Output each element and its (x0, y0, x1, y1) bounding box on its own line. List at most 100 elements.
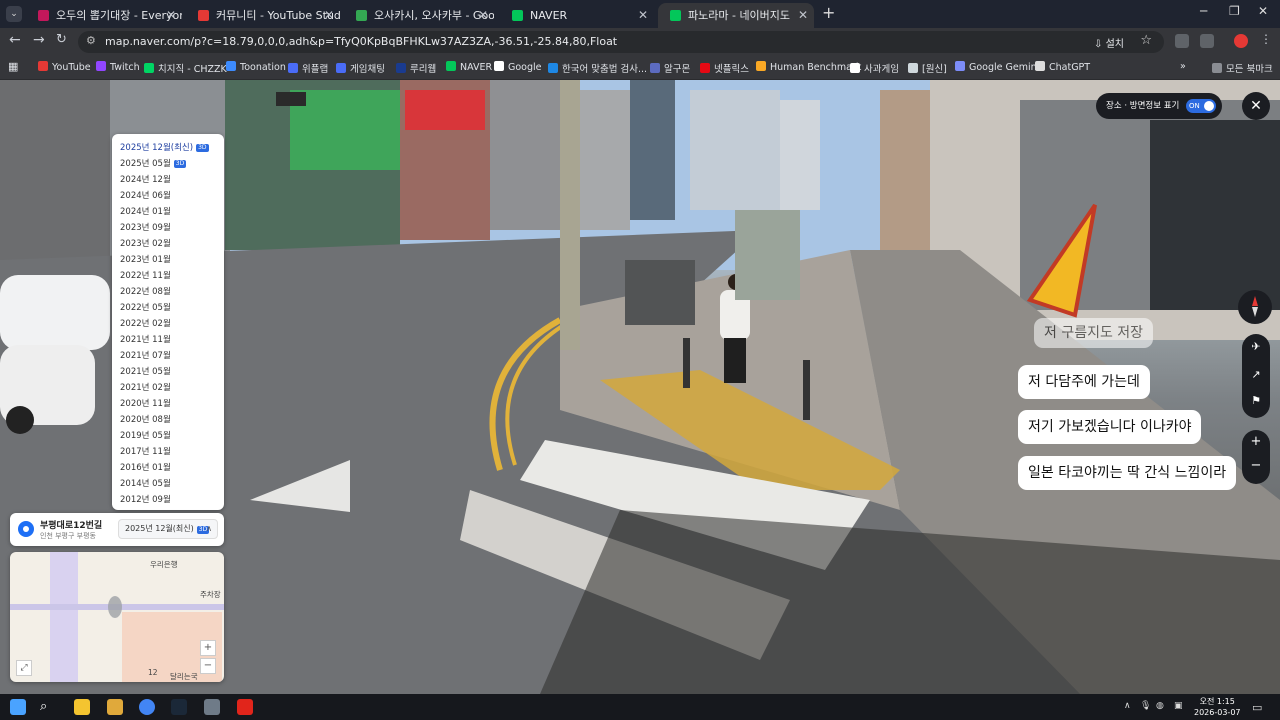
clock[interactable]: 오전 1:15 2026-03-07 (1194, 696, 1241, 718)
browser-tab[interactable]: NAVER ✕ (500, 3, 654, 28)
date-option[interactable]: 2016년 01월 (112, 460, 224, 476)
extensions-puzzle-icon[interactable] (1200, 34, 1214, 48)
date-option[interactable]: 2024년 12월 (112, 172, 224, 188)
chrome-icon[interactable] (139, 699, 155, 715)
zoom-out-icon[interactable]: − (1242, 458, 1270, 473)
search-icon[interactable]: ⌕ (40, 699, 56, 715)
bookmark-item[interactable]: YouTube (38, 61, 91, 73)
tab-search-button[interactable]: ⌄ (6, 6, 22, 22)
date-option[interactable]: 2021년 05월 (112, 364, 224, 380)
road-name: 부평대로12번길 (40, 521, 103, 531)
bookmark-item[interactable]: Human Benchmark (756, 61, 861, 73)
install-app-button[interactable]: ⇩ 설치 (1094, 35, 1124, 50)
date-option[interactable]: 2017년 11월 (112, 444, 224, 460)
toggle-switch[interactable]: ON (1186, 99, 1216, 113)
address-bar[interactable]: ⚙ map.naver.com/p?c=18.79,0,0,0,adh&p=Tf… (78, 31, 1164, 53)
browser-tab[interactable]: 커뮤니티 - YouTube Studio ✕ (186, 3, 340, 28)
notification-icon[interactable]: ▭ (1252, 701, 1262, 714)
browser-tab[interactable]: 오두의 뽑기대장 - Everyone's✕ (26, 3, 182, 28)
date-option[interactable]: 2021년 02월 (112, 380, 224, 396)
steam-icon[interactable] (171, 699, 187, 715)
date-option[interactable]: 2022년 05월 (112, 300, 224, 316)
share-icon[interactable]: ↗ (1242, 368, 1270, 381)
windows-start-icon[interactable] (10, 699, 26, 715)
close-tab-icon[interactable]: ✕ (478, 3, 488, 28)
all-bookmarks-button[interactable]: 모든 북마크 (1212, 61, 1273, 75)
sticky-notes-icon[interactable] (74, 699, 90, 715)
minimize-button[interactable]: ─ (1200, 4, 1207, 18)
minimap[interactable]: 우리은행 주차장 12 달리는국 + − ⤢ (10, 552, 224, 682)
date-option[interactable]: 2023년 09월 (112, 220, 224, 236)
date-option[interactable]: 2025년 12월(최신) 3D (112, 140, 224, 156)
file-explorer-icon[interactable] (107, 699, 123, 715)
compass-icon[interactable] (1238, 290, 1272, 324)
bookmark-item[interactable]: 게임채팅 (336, 61, 385, 75)
profile-avatar[interactable] (1234, 34, 1248, 48)
bookmark-item[interactable]: Google Gemini (955, 61, 1039, 73)
bookmark-item[interactable]: 루리웹 (396, 61, 436, 75)
date-option[interactable]: 2019년 05월 (112, 428, 224, 444)
bookmark-item[interactable]: ChatGPT (1035, 61, 1090, 73)
browser-tab[interactable]: 오사카시, 오사카부 - Google✕ (344, 3, 494, 28)
airplane-view-icon[interactable]: ✈ (1242, 340, 1270, 353)
close-tab-icon[interactable]: ✕ (638, 3, 648, 28)
date-option[interactable]: 2012년 09월 (112, 492, 224, 508)
tray-chevron-icon[interactable]: ∧ (1124, 701, 1131, 711)
close-window-button[interactable]: ✕ (1258, 4, 1268, 18)
date-option[interactable]: 2022년 08월 (112, 284, 224, 300)
forward-icon[interactable]: → (33, 32, 45, 48)
extension-icon[interactable] (1175, 34, 1189, 48)
bookmark-item[interactable]: 넷플릭스 (700, 61, 749, 75)
site-info-icon[interactable]: ⚙ (86, 34, 96, 47)
bookmark-item[interactable]: Toonation (226, 61, 286, 73)
date-option[interactable]: 2022년 11월 (112, 268, 224, 284)
bookmark-label: 알구몬 (664, 64, 691, 75)
wifi-icon[interactable]: ◍ (1156, 701, 1164, 711)
date-option[interactable]: 2023년 01월 (112, 252, 224, 268)
close-tab-icon[interactable]: ✕ (324, 3, 334, 28)
volume-icon[interactable]: ▣ (1174, 701, 1183, 711)
reload-icon[interactable]: ↻ (56, 32, 67, 47)
map-zoom-out-button[interactable]: − (200, 658, 216, 674)
microphone-icon[interactable]: 🎙 (1140, 701, 1151, 711)
bookmark-item[interactable]: Twitch (96, 61, 140, 73)
bookmark-item[interactable]: [원신] (908, 61, 947, 75)
expand-map-icon[interactable]: ⤢ (16, 660, 32, 676)
date-option[interactable]: 2024년 06월 (112, 188, 224, 204)
date-select-dropdown[interactable]: 2025년 12월(최신) 3D ∧ (118, 519, 218, 539)
place-info-toggle[interactable]: 장소 · 방면정보 표기 ON (1096, 93, 1222, 119)
back-icon[interactable]: ← (9, 32, 21, 48)
bookmark-item[interactable]: NAVER (446, 61, 492, 73)
restore-button[interactable]: ❐ (1229, 4, 1240, 18)
bookmark-item[interactable]: 치지직 - CHZZK (144, 61, 227, 75)
close-tab-icon[interactable]: ✕ (166, 3, 176, 28)
date-option[interactable]: 2023년 02월 (112, 236, 224, 252)
date-option[interactable]: 2022년 02월 (112, 316, 224, 332)
close-tab-icon[interactable]: ✕ (798, 3, 808, 28)
bookmark-item[interactable]: 위플랩 (288, 61, 328, 75)
new-tab-button[interactable]: + (822, 3, 835, 22)
report-icon[interactable]: ⚑ (1242, 394, 1270, 407)
browser-menu-icon[interactable]: ⋮ (1260, 32, 1272, 46)
bookmark-item[interactable]: 알구몬 (650, 61, 690, 75)
bookmark-item[interactable]: Google (494, 61, 542, 73)
app-icon[interactable] (237, 699, 253, 715)
date-option[interactable]: 2014년 05월 (112, 476, 224, 492)
zoom-in-icon[interactable]: + (1242, 434, 1270, 449)
date-option[interactable]: 2025년 05월 3D (112, 156, 224, 172)
browser-tab[interactable]: 파노라마 - 네이버지도 ✕ (658, 3, 814, 28)
date-option[interactable]: 2024년 01월 (112, 204, 224, 220)
apps-grid-icon[interactable]: ▦ (8, 60, 18, 73)
date-option[interactable]: 2021년 11월 (112, 332, 224, 348)
zoom-controls: + − (1242, 430, 1270, 484)
date-option[interactable]: 2020년 08월 (112, 412, 224, 428)
date-option[interactable]: 2021년 07월 (112, 348, 224, 364)
bookmark-item[interactable]: 한국어 맞춤법 검사... (548, 61, 647, 75)
bookmark-star-icon[interactable]: ☆ (1140, 33, 1152, 48)
calculator-icon[interactable] (204, 699, 220, 715)
close-panorama-button[interactable]: ✕ (1242, 92, 1270, 120)
date-option[interactable]: 2020년 11월 (112, 396, 224, 412)
more-bookmarks-icon[interactable]: » (1180, 61, 1186, 72)
bookmark-item[interactable]: 사과게임 (850, 61, 899, 75)
map-zoom-in-button[interactable]: + (200, 640, 216, 656)
